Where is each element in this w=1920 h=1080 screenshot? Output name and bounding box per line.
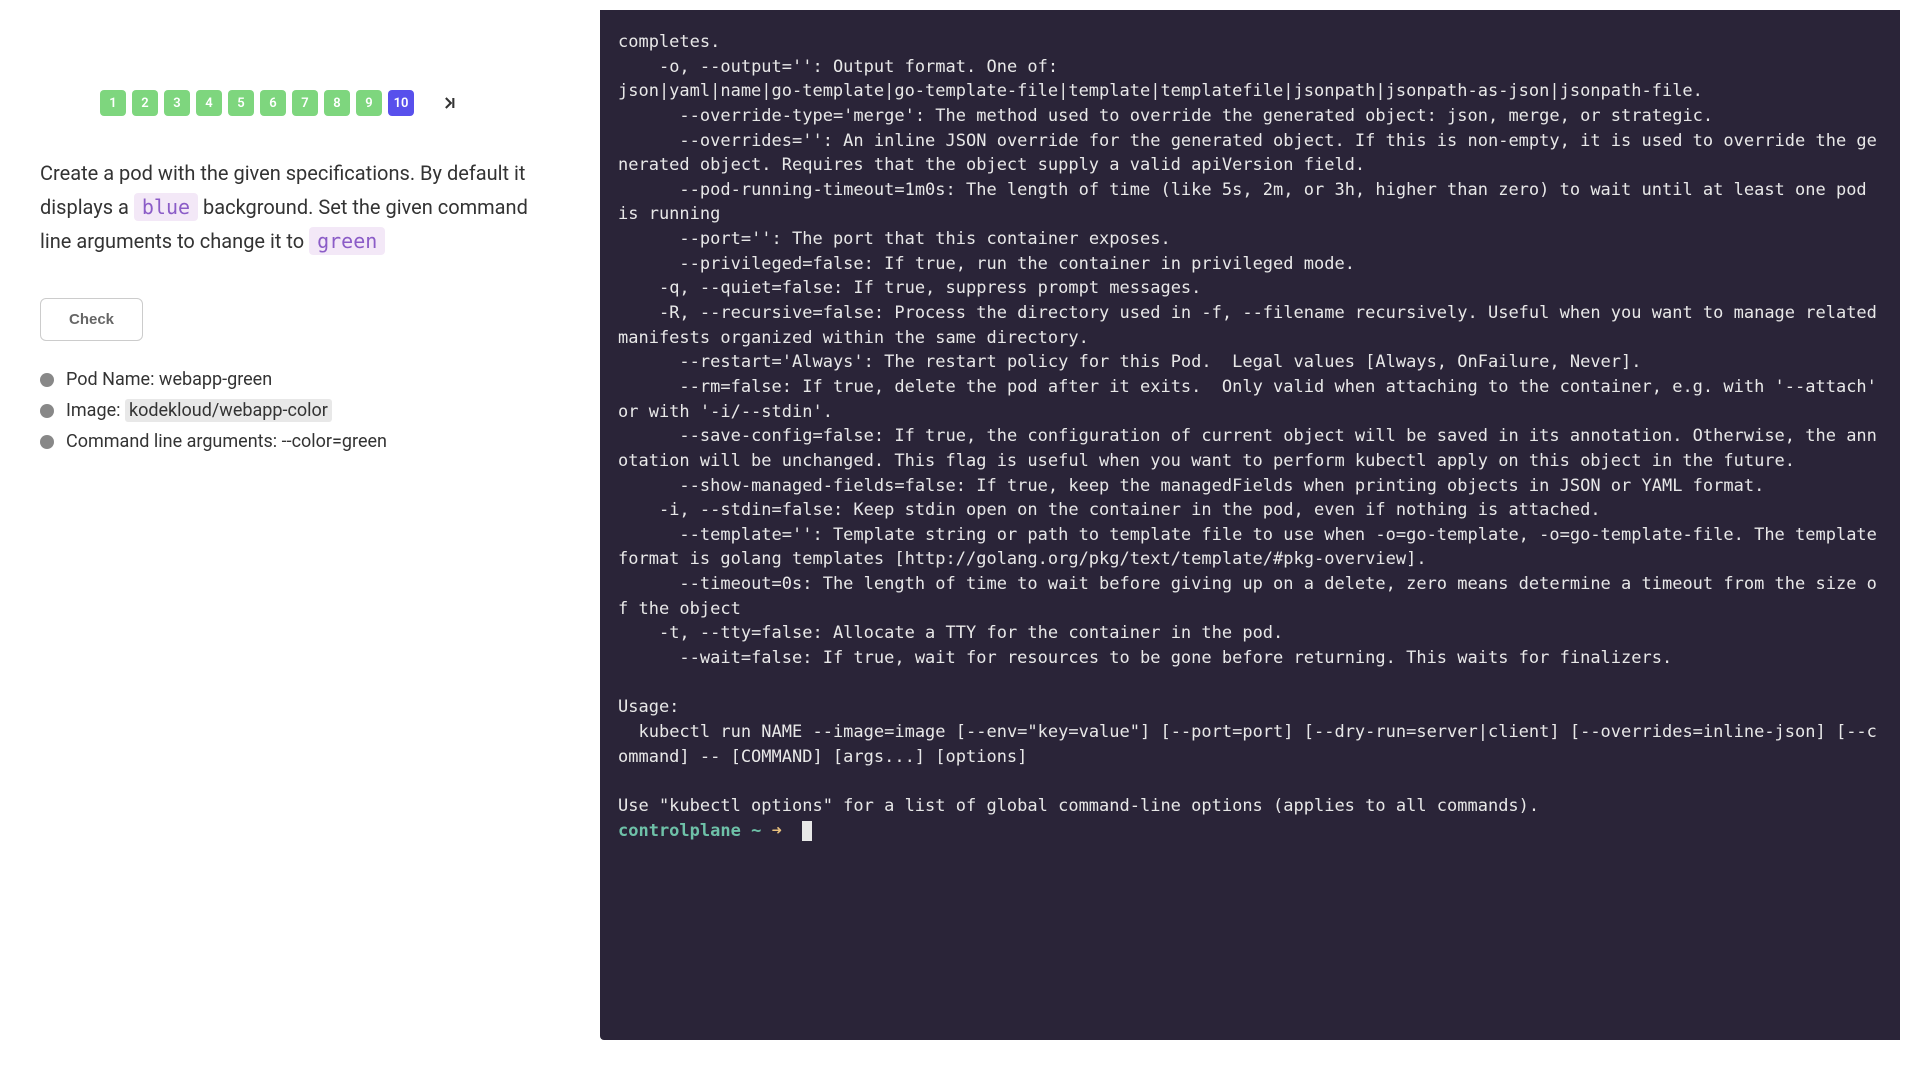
bullet-icon bbox=[40, 435, 54, 449]
color-chip-blue: blue bbox=[134, 193, 198, 221]
prompt-host: controlplane bbox=[618, 821, 741, 841]
requirement-text: Pod Name: webapp-green bbox=[66, 369, 272, 390]
step-navigation: 12345678910 bbox=[40, 90, 560, 116]
step-9[interactable]: 9 bbox=[356, 90, 382, 116]
terminal-output: completes. -o, --output='': Output forma… bbox=[618, 32, 1887, 816]
check-button[interactable]: Check bbox=[40, 298, 143, 341]
terminal[interactable]: completes. -o, --output='': Output forma… bbox=[600, 10, 1900, 1040]
step-5[interactable]: 5 bbox=[228, 90, 254, 116]
step-10[interactable]: 10 bbox=[388, 90, 414, 116]
color-chip-green: green bbox=[309, 227, 385, 255]
requirement-item: Pod Name: webapp-green bbox=[40, 369, 560, 390]
requirements-list: Pod Name: webapp-green Image: kodekloud/w… bbox=[40, 369, 560, 452]
step-8[interactable]: 8 bbox=[324, 90, 350, 116]
requirement-item: Command line arguments: --color=green bbox=[40, 431, 560, 452]
bullet-icon bbox=[40, 373, 54, 387]
prompt-arrow: ➜ bbox=[772, 821, 782, 841]
prompt-path: ~ bbox=[751, 821, 761, 841]
bullet-icon bbox=[40, 404, 54, 418]
requirement-text: Image: kodekloud/webapp-color bbox=[66, 400, 332, 421]
task-description: Create a pod with the given specificatio… bbox=[40, 156, 560, 258]
requirement-text: Command line arguments: --color=green bbox=[66, 431, 387, 452]
next-step-button[interactable] bbox=[440, 93, 460, 113]
step-3[interactable]: 3 bbox=[164, 90, 190, 116]
step-4[interactable]: 4 bbox=[196, 90, 222, 116]
step-6[interactable]: 6 bbox=[260, 90, 286, 116]
step-7[interactable]: 7 bbox=[292, 90, 318, 116]
requirement-item: Image: kodekloud/webapp-color bbox=[40, 400, 560, 421]
step-1[interactable]: 1 bbox=[100, 90, 126, 116]
terminal-cursor bbox=[802, 821, 812, 841]
task-panel: 12345678910 Create a pod with the given … bbox=[0, 0, 600, 1080]
step-2[interactable]: 2 bbox=[132, 90, 158, 116]
